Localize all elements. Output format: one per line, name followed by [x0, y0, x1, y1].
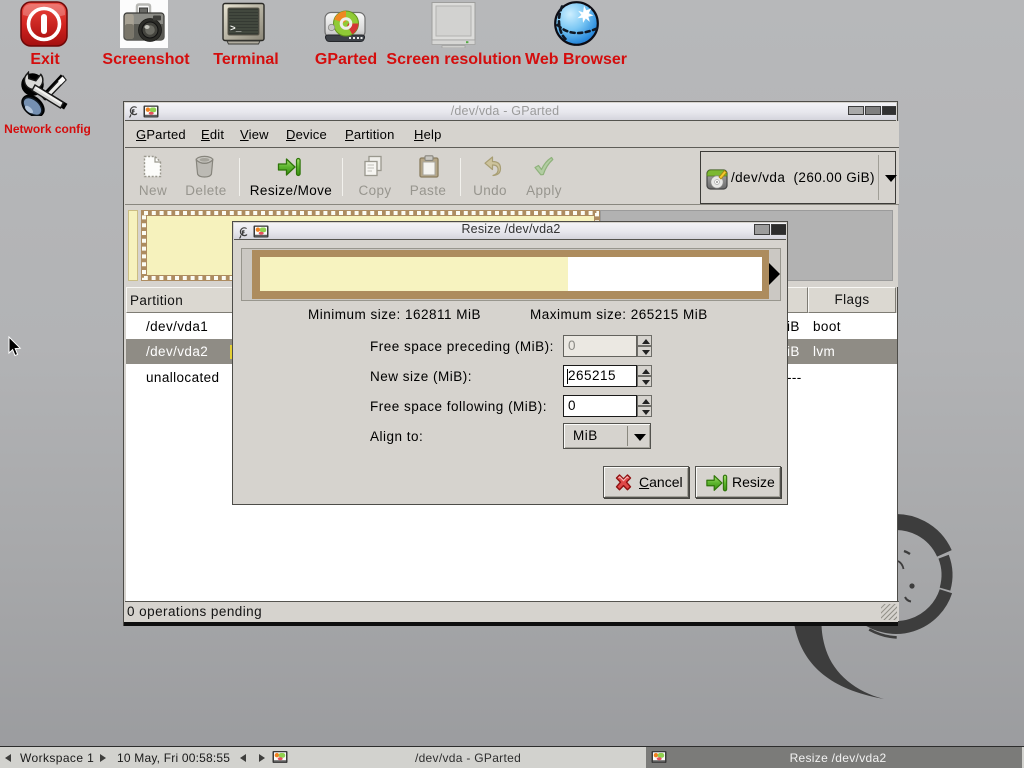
svg-text:>_: >_	[230, 23, 242, 34]
